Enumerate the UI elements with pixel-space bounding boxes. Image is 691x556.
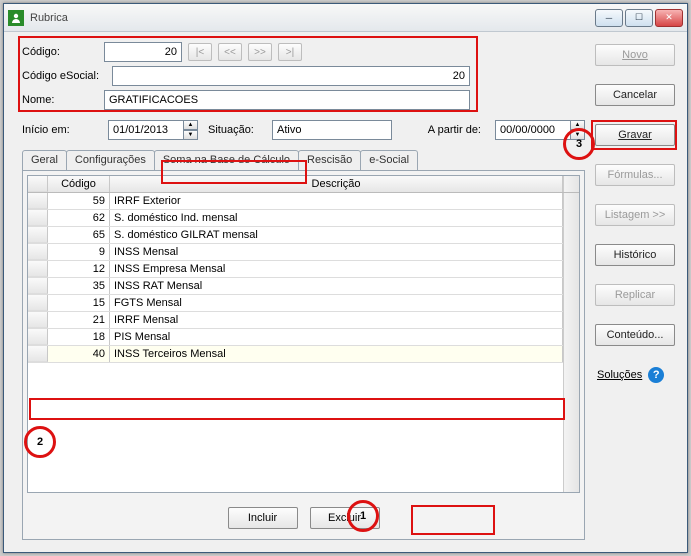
cell-codigo: 18: [48, 329, 110, 345]
inicio-spinner[interactable]: 01/01/2013 ▲▼: [108, 120, 198, 140]
incluir-button[interactable]: Incluir: [228, 507, 298, 529]
table-row[interactable]: 59IRRF Exterior: [28, 193, 563, 210]
tab-geral[interactable]: Geral: [22, 150, 67, 170]
row-stub: [28, 278, 48, 294]
apartir-spinner[interactable]: 00/00/0000 ▲▼: [495, 120, 585, 140]
table-row[interactable]: 40INSS Terceiros Mensal: [28, 346, 563, 363]
tab-rescisao[interactable]: Rescisão: [298, 150, 361, 170]
nav-prev-button[interactable]: <<: [218, 43, 242, 61]
nav-next-button[interactable]: >>: [248, 43, 272, 61]
formulas-button[interactable]: Fórmulas...: [595, 164, 675, 186]
window-title: Rubrica: [30, 12, 595, 24]
row-stub: [28, 329, 48, 345]
col-codigo[interactable]: Código: [48, 176, 110, 192]
row-stub: [28, 261, 48, 277]
table-row[interactable]: 15FGTS Mensal: [28, 295, 563, 312]
help-icon[interactable]: ?: [648, 367, 664, 383]
situacao-label: Situação:: [208, 124, 262, 136]
table-row[interactable]: 18PIS Mensal: [28, 329, 563, 346]
grid-header: Código Descrição: [28, 176, 579, 193]
novo-button[interactable]: Novo: [595, 44, 675, 66]
cell-codigo: 15: [48, 295, 110, 311]
table-row[interactable]: 21IRRF Mensal: [28, 312, 563, 329]
titlebar: Rubrica ─ ☐ ✕: [4, 4, 687, 32]
app-icon: [8, 10, 24, 26]
cell-codigo: 62: [48, 210, 110, 226]
cell-codigo: 9: [48, 244, 110, 260]
cell-descricao: INSS RAT Mensal: [110, 278, 563, 294]
row-header-stub: [28, 176, 48, 192]
vertical-scrollbar[interactable]: [563, 193, 579, 492]
excluir-button[interactable]: Excluir: [310, 507, 380, 529]
cell-descricao: FGTS Mensal: [110, 295, 563, 311]
codigo-input[interactable]: 20: [104, 42, 182, 62]
spin-up-icon[interactable]: ▲: [571, 120, 585, 130]
table-row[interactable]: 35INSS RAT Mensal: [28, 278, 563, 295]
spin-down-icon[interactable]: ▼: [571, 130, 585, 140]
row-stub: [28, 210, 48, 226]
row-stub: [28, 312, 48, 328]
row-stub: [28, 193, 48, 209]
row-stub: [28, 295, 48, 311]
cell-codigo: 12: [48, 261, 110, 277]
cell-descricao: S. doméstico Ind. mensal: [110, 210, 563, 226]
listagem-button[interactable]: Listagem >>: [595, 204, 675, 226]
codigo-label: Código:: [22, 46, 98, 58]
maximize-button[interactable]: ☐: [625, 9, 653, 27]
cancelar-button[interactable]: Cancelar: [595, 84, 675, 106]
cell-codigo: 59: [48, 193, 110, 209]
scroll-corner: [563, 176, 579, 192]
nav-last-button[interactable]: >|: [278, 43, 302, 61]
tab-esocial[interactable]: e-Social: [360, 150, 418, 170]
grid: Código Descrição 59IRRF Exterior62S. dom…: [27, 175, 580, 493]
cell-codigo: 65: [48, 227, 110, 243]
conteudo-button[interactable]: Conteúdo...: [595, 324, 675, 346]
table-row[interactable]: 12INSS Empresa Mensal: [28, 261, 563, 278]
cell-descricao: INSS Mensal: [110, 244, 563, 260]
row-stub: [28, 346, 48, 362]
cell-codigo: 40: [48, 346, 110, 362]
gravar-button[interactable]: Gravar: [595, 124, 675, 146]
nome-input[interactable]: GRATIFICACOES: [104, 90, 470, 110]
row-stub: [28, 244, 48, 260]
row-stub: [28, 227, 48, 243]
window: Rubrica ─ ☐ ✕ Código: 20 |< << >> >| Cód…: [3, 3, 688, 553]
solucoes-link[interactable]: Soluções: [597, 369, 642, 381]
cell-codigo: 21: [48, 312, 110, 328]
cell-descricao: PIS Mensal: [110, 329, 563, 345]
spin-up-icon[interactable]: ▲: [184, 120, 198, 130]
tab-configuracoes[interactable]: Configurações: [66, 150, 155, 170]
tab-panel: Código Descrição 59IRRF Exterior62S. dom…: [22, 170, 585, 540]
cell-descricao: IRRF Mensal: [110, 312, 563, 328]
situacao-input[interactable]: Ativo: [272, 120, 392, 140]
close-button[interactable]: ✕: [655, 9, 683, 27]
esocial-label: Código eSocial:: [22, 70, 106, 82]
table-row[interactable]: 65S. doméstico GILRAT mensal: [28, 227, 563, 244]
tab-soma-base-calculo[interactable]: Soma na Base de Cálculo: [154, 150, 299, 170]
spin-down-icon[interactable]: ▼: [184, 130, 198, 140]
cell-descricao: INSS Terceiros Mensal: [110, 346, 563, 362]
table-row[interactable]: 62S. doméstico Ind. mensal: [28, 210, 563, 227]
cell-codigo: 35: [48, 278, 110, 294]
cell-descricao: S. doméstico GILRAT mensal: [110, 227, 563, 243]
col-descricao[interactable]: Descrição: [110, 176, 563, 192]
nav-first-button[interactable]: |<: [188, 43, 212, 61]
cell-descricao: INSS Empresa Mensal: [110, 261, 563, 277]
cell-descricao: IRRF Exterior: [110, 193, 563, 209]
apartir-label: A partir de:: [402, 124, 485, 136]
minimize-button[interactable]: ─: [595, 9, 623, 27]
nome-label: Nome:: [22, 94, 98, 106]
inicio-label: Início em:: [22, 124, 98, 136]
replicar-button[interactable]: Replicar: [595, 284, 675, 306]
esocial-input[interactable]: 20: [112, 66, 470, 86]
table-row[interactable]: 9INSS Mensal: [28, 244, 563, 261]
historico-button[interactable]: Histórico: [595, 244, 675, 266]
